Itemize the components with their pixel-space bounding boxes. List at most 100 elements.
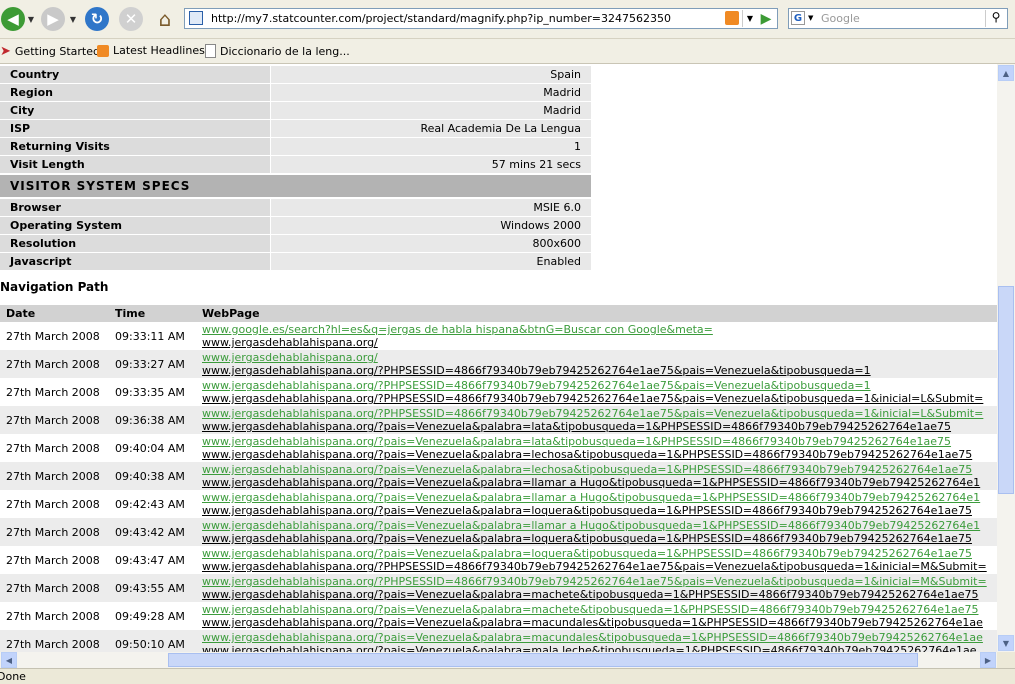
page-link[interactable]: www.jergasdehablahispana.org/?PHPSESSID=… [202,560,987,573]
go-button[interactable]: ▶ [756,5,776,33]
visitor-info-table: Country Spain Region Madrid City Madrid ISP Rea… [0,66,591,174]
info-value: Windows 2000 [270,216,591,235]
info-value: Real Academia De La Lengua [270,119,591,138]
visit-time: 09:50:10 AM [115,638,185,651]
visit-time: 09:36:38 AM [115,414,185,427]
info-row: Visit Length 57 mins 21 secs [0,155,591,174]
table-row: 27th March 2008 09:43:55 AM www.jergasdeha… [0,574,997,602]
vertical-scrollbar[interactable]: ▲ ▼ [997,64,1015,652]
page-content: Country Spain Region Madrid City Madrid ISP Rea… [0,64,997,652]
status-bar: Done [0,668,1015,684]
scroll-left-button[interactable]: ◀ [1,652,17,668]
info-row: Resolution 800x600 [0,234,591,253]
horizontal-scroll-thumb[interactable] [168,653,918,667]
page-link[interactable]: www.jergasdehablahispana.org/?pais=Venez… [202,644,977,652]
stop-button[interactable]: ✕ [118,5,144,33]
info-value: Madrid [270,101,591,120]
scroll-right-button[interactable]: ▶ [980,652,996,668]
site-favicon-icon [189,11,203,25]
forward-history-dropdown[interactable]: ▼ [68,5,78,33]
table-row: 27th March 2008 09:42:43 AM www.jergasdeha… [0,490,997,518]
reload-button[interactable]: ↻ [84,5,110,33]
url-history-dropdown[interactable]: ▼ [742,10,757,27]
info-label: Browser [0,199,271,217]
visit-time: 09:43:55 AM [115,582,185,595]
home-icon: ⌂ [158,7,172,31]
info-row: Country Spain [0,66,591,84]
referrer-link[interactable]: www.jergasdehablahispana.org/?PHPSESSID=… [202,379,871,392]
page-link[interactable]: www.jergasdehablahispana.org/?pais=Venez… [202,532,972,545]
back-button[interactable]: ◀ [0,5,26,33]
visit-time: 09:40:38 AM [115,470,185,483]
horizontal-scrollbar[interactable]: ◀ ▶ [0,652,997,668]
info-label: Javascript [0,252,271,271]
bookmark-label: Diccionario de la leng... [220,44,350,58]
visit-date: 27th March 2008 [6,498,100,511]
bookmark-diccionario[interactable]: Diccionario de la leng... [205,44,350,58]
visit-date: 27th March 2008 [6,526,100,539]
info-label: Operating System [0,216,271,235]
url-bar[interactable]: http://my7.statcounter.com/project/stand… [184,8,778,29]
rss-feed-icon[interactable] [725,11,739,25]
home-button[interactable]: ⌂ [152,5,178,33]
referrer-link[interactable]: www.jergasdehablahispana.org/?pais=Venez… [202,435,951,448]
referrer-link[interactable]: www.jergasdehablahispana.org/?PHPSESSID=… [202,407,983,420]
referrer-link[interactable]: www.jergasdehablahispana.org/ [202,351,378,364]
page-link[interactable]: www.jergasdehablahispana.org/?PHPSESSID=… [202,364,871,377]
table-row: 27th March 2008 09:43:47 AM www.jergasdeha… [0,546,997,574]
visit-time: 09:33:11 AM [115,330,185,343]
referrer-link[interactable]: www.jergasdehablahispana.org/?PHPSESSID=… [202,575,987,588]
column-webpage: WebPage [202,307,260,320]
referrer-link[interactable]: www.jergasdehablahispana.org/?pais=Venez… [202,603,979,616]
info-row: Region Madrid [0,83,591,102]
page-link[interactable]: www.jergasdehablahispana.org/?PHPSESSID=… [202,392,983,405]
search-box[interactable]: G ▼ Google ⚲ [788,8,1008,29]
referrer-link[interactable]: www.jergasdehablahispana.org/?pais=Venez… [202,463,972,476]
table-row: 27th March 2008 09:36:38 AM www.jergasdeha… [0,406,997,434]
visit-date: 27th March 2008 [6,582,100,595]
referrer-link[interactable]: www.jergasdehablahispana.org/?pais=Venez… [202,547,972,560]
scroll-up-button[interactable]: ▲ [998,65,1014,81]
referrer-link[interactable]: www.google.es/search?hl=es&q=jergas de h… [202,323,713,336]
vertical-scroll-thumb[interactable] [998,286,1014,494]
table-row: 27th March 2008 09:43:42 AM www.jergasdeha… [0,518,997,546]
visit-date: 27th March 2008 [6,358,100,371]
column-time: Time [115,307,146,320]
referrer-link[interactable]: www.jergasdehablahispana.org/?pais=Venez… [202,519,980,532]
info-value: Spain [270,66,591,84]
info-row: Browser MSIE 6.0 [0,199,591,217]
forward-arrow-icon: ▶ [41,7,65,31]
page-link[interactable]: www.jergasdehablahispana.org/?pais=Venez… [202,448,972,461]
bookmark-latest-headlines[interactable]: Latest Headlines [97,44,205,57]
bookmark-getting-started[interactable]: ➤ Getting Started [0,44,100,59]
page-icon [205,44,216,58]
table-row: 27th March 2008 09:40:38 AM www.jergasdeha… [0,462,997,490]
back-history-dropdown[interactable]: ▼ [26,5,36,33]
rss-feed-icon [97,44,109,57]
info-label: Resolution [0,234,271,253]
visit-time: 09:33:27 AM [115,358,185,371]
info-row: City Madrid [0,101,591,120]
visit-time: 09:49:28 AM [115,610,185,623]
page-link[interactable]: www.jergasdehablahispana.org/?pais=Venez… [202,504,972,517]
reload-icon: ↻ [85,7,109,31]
page-link[interactable]: www.jergasdehablahispana.org/ [202,336,378,349]
bookmark-label: Getting Started [14,45,100,58]
page-link[interactable]: www.jergasdehablahispana.org/?pais=Venez… [202,588,979,601]
stop-icon: ✕ [119,7,143,31]
search-magnifier-icon[interactable]: ⚲ [985,10,1006,27]
referrer-link[interactable]: www.jergasdehablahispana.org/?pais=Venez… [202,631,983,644]
page-link[interactable]: www.jergasdehablahispana.org/?pais=Venez… [202,420,951,433]
google-engine-icon[interactable]: G [791,11,805,25]
page-link[interactable]: www.jergasdehablahispana.org/?pais=Venez… [202,476,980,489]
search-engine-dropdown[interactable]: ▼ [808,14,813,22]
referrer-link[interactable]: www.jergasdehablahispana.org/?pais=Venez… [202,491,980,504]
scroll-down-button[interactable]: ▼ [998,635,1014,651]
navigation-path-title: Navigation Path [0,280,109,294]
visit-time: 09:42:43 AM [115,498,185,511]
forward-button[interactable]: ▶ [40,5,66,33]
info-label: Country [0,66,271,84]
page-link[interactable]: www.jergasdehablahispana.org/?pais=Venez… [202,616,983,629]
visit-date: 27th March 2008 [6,386,100,399]
info-row: ISP Real Academia De La Lengua [0,119,591,138]
